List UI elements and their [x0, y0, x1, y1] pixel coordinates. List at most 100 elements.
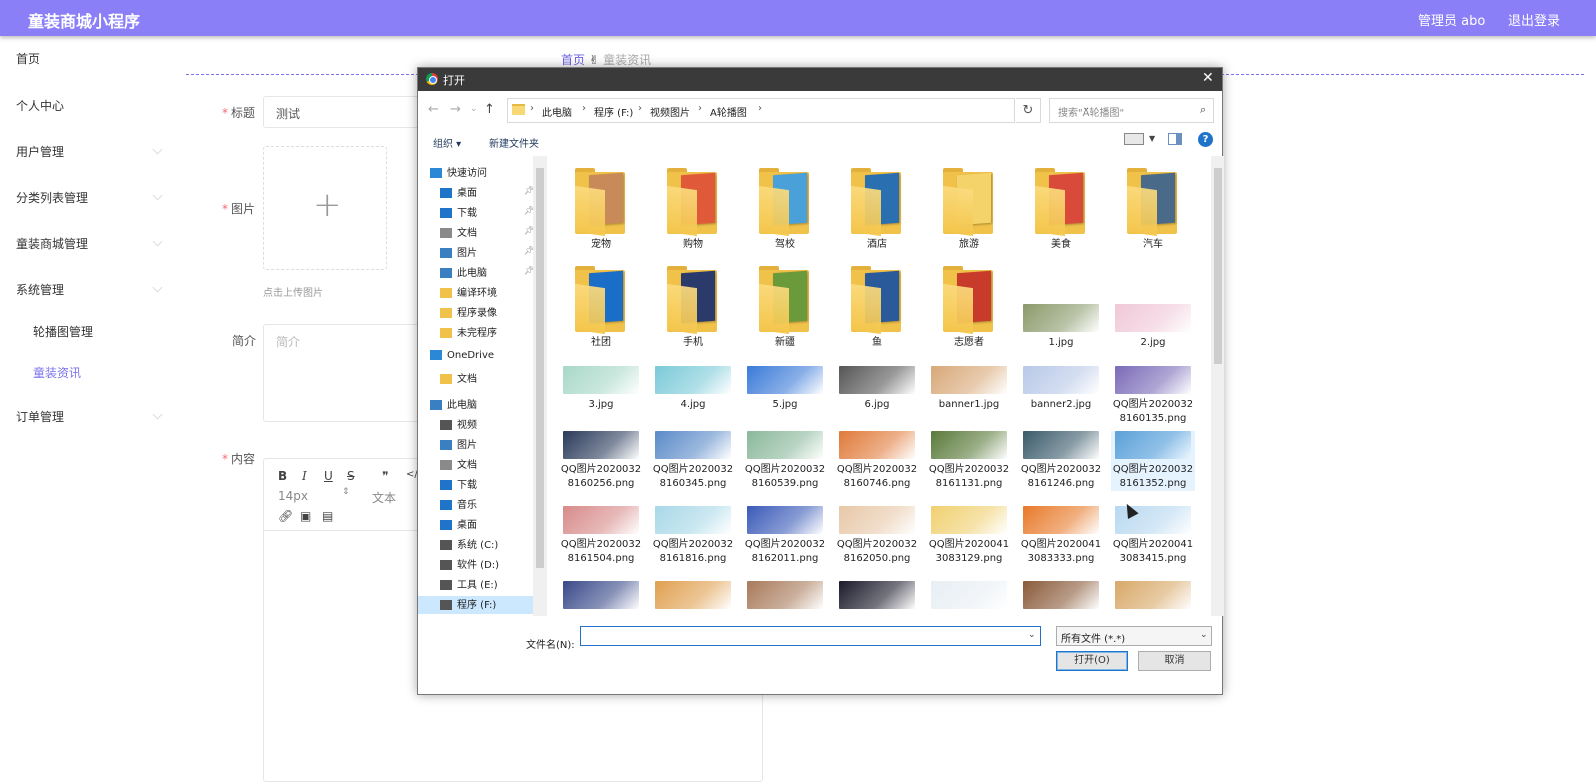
nav-item[interactable]: 此电脑 [440, 264, 487, 279]
nav-item[interactable]: 文档 [440, 370, 477, 385]
image-file-item[interactable]: 5.jpg [743, 366, 827, 412]
folder-item[interactable]: 购物 [651, 168, 735, 252]
cancel-button[interactable]: 取消 [1138, 651, 1211, 671]
image-file-item[interactable]: 1.jpg [1019, 304, 1103, 350]
folder-item[interactable]: 新疆 [743, 266, 827, 350]
sidebar-subitem-news[interactable]: 童装资讯 [33, 364, 81, 381]
sidebar-item-home[interactable]: 首页 [16, 50, 40, 67]
sidebar-subitem-carousel[interactable]: 轮播图管理 [33, 323, 93, 340]
folder-item[interactable]: 驾校 [743, 168, 827, 252]
sidebar-item-users[interactable]: 用户管理 [16, 143, 64, 160]
italic-button[interactable]: I [302, 469, 307, 483]
nav-item[interactable]: 下载 [440, 204, 477, 219]
sidebar-item-mall[interactable]: 童装商城管理 [16, 235, 88, 252]
image-file-item[interactable]: banner2.jpg [1019, 366, 1103, 412]
image-file-item[interactable]: 3.jpg [559, 366, 643, 412]
folder-item[interactable]: 手机 [651, 266, 735, 350]
logout-link[interactable]: 退出登录 [1508, 10, 1560, 29]
crumb-this-pc[interactable]: 此电脑 [542, 104, 572, 119]
quote-button[interactable]: ❞ [382, 469, 388, 483]
folder-item[interactable]: 志愿者 [927, 266, 1011, 350]
image-file-item[interactable]: QQ图片20200413083129.png [927, 506, 1011, 566]
image-file-item[interactable]: QQ图片20200328160746.png [835, 431, 919, 491]
help-icon[interactable]: ? [1198, 132, 1213, 147]
image-file-item[interactable] [835, 581, 919, 613]
image-icon[interactable]: ▣ [300, 509, 311, 523]
nav-item[interactable]: 图片 [440, 436, 477, 451]
nav-item[interactable]: 桌面 [440, 516, 477, 531]
image-file-item[interactable]: QQ图片20200413083415.png [1111, 506, 1195, 566]
dialog-titlebar[interactable]: 打开 ✕ [418, 68, 1222, 91]
sidebar-item-system[interactable]: 系统管理 [16, 281, 64, 298]
image-file-item[interactable]: 6.jpg [835, 366, 919, 412]
image-file-item[interactable] [559, 581, 643, 613]
text-type-select[interactable]: 文本 [372, 489, 396, 506]
address-bar[interactable]: › 此电脑 › 程序 (F:) › 视频图片 › A轮播图 › ⌄ [507, 98, 1090, 123]
link-icon[interactable]: 🔗︎ [278, 509, 293, 523]
file-type-select[interactable]: 所有文件 (*.*) [1056, 626, 1212, 646]
search-input[interactable]: 搜索"A轮播图" [1049, 98, 1214, 123]
sidebar-item-profile[interactable]: 个人中心 [16, 97, 64, 114]
folder-item[interactable]: 美食 [1019, 168, 1103, 252]
nav-item[interactable]: 软件 (D:) [440, 556, 499, 571]
nav-item[interactable]: 系统 (C:) [440, 536, 498, 551]
image-file-item[interactable] [743, 581, 827, 613]
folder-item[interactable]: 宠物 [559, 168, 643, 252]
breadcrumb-home[interactable]: 首页 [561, 53, 585, 67]
image-file-item[interactable] [1019, 581, 1103, 613]
refresh-icon[interactable]: ↻ [1016, 98, 1041, 123]
nav-item[interactable]: 工具 (E:) [440, 576, 498, 591]
image-file-item[interactable] [651, 581, 735, 613]
intro-textarea[interactable]: 简介 [263, 324, 423, 422]
view-options-icon[interactable] [1124, 133, 1144, 145]
forward-icon[interactable]: → [450, 102, 461, 117]
nav-item[interactable]: 桌面 [440, 184, 477, 199]
new-folder-button[interactable]: 新建文件夹 [489, 135, 539, 150]
underline-button[interactable]: U [324, 469, 333, 483]
nav-item[interactable]: 程序 (F:) [440, 596, 496, 611]
open-button[interactable]: 打开(O) [1056, 651, 1128, 671]
image-file-item[interactable]: QQ图片20200328161131.png [927, 431, 1011, 491]
image-file-item[interactable]: QQ图片20200328160345.png [651, 431, 735, 491]
nav-item[interactable]: 视频 [440, 416, 477, 431]
image-file-item[interactable]: QQ图片20200328160135.png [1111, 366, 1195, 426]
preview-pane-icon[interactable] [1168, 133, 1182, 145]
crumb-carousel[interactable]: A轮播图 [710, 104, 747, 119]
image-file-item[interactable]: QQ图片20200328160256.png [559, 431, 643, 491]
folder-item[interactable]: 社团 [559, 266, 643, 350]
sidebar-item-categories[interactable]: 分类列表管理 [16, 189, 88, 206]
image-file-item[interactable]: QQ图片20200413083333.png [1019, 506, 1103, 566]
crumb-video-pictures[interactable]: 视频图片 [650, 104, 690, 119]
nav-item[interactable]: 此电脑 [430, 396, 477, 411]
crumb-drive-f[interactable]: 程序 (F:) [594, 104, 633, 119]
back-icon[interactable]: ← [428, 102, 439, 117]
image-file-item[interactable]: banner1.jpg [927, 366, 1011, 412]
nav-item[interactable]: 文档 [440, 224, 477, 239]
image-file-item[interactable]: 4.jpg [651, 366, 735, 412]
image-file-item[interactable]: QQ图片20200328162050.png [835, 506, 919, 566]
image-file-item[interactable]: QQ图片20200328160539.png [743, 431, 827, 491]
close-icon[interactable]: ✕ [1202, 70, 1214, 86]
image-upload[interactable]: + [263, 146, 387, 270]
nav-item[interactable]: 下载 [440, 476, 477, 491]
image-file-item[interactable]: QQ图片20200328161246.png [1019, 431, 1103, 491]
folder-item[interactable]: 汽车 [1111, 168, 1195, 252]
nav-item[interactable]: 未完程序 [440, 324, 497, 339]
image-file-item[interactable]: 2.jpg [1111, 304, 1195, 350]
title-input[interactable]: 测试 [263, 96, 423, 128]
folder-item[interactable]: 酒店 [835, 168, 919, 252]
nav-scrollbar-thumb[interactable] [536, 168, 544, 568]
chevron-down-icon[interactable]: ⌄ [1028, 630, 1036, 640]
image-file-item[interactable]: QQ图片20200328162011.png [743, 506, 827, 566]
image-file-item[interactable] [927, 581, 1011, 613]
sidebar-item-orders[interactable]: 订单管理 [16, 408, 64, 425]
organize-menu[interactable]: 组织 ▾ [433, 135, 461, 150]
nav-item[interactable]: 程序录像 [440, 304, 497, 319]
chevron-down-icon[interactable]: ▼ [1149, 134, 1155, 143]
strike-button[interactable]: S [347, 469, 355, 483]
nav-item[interactable]: 文档 [440, 456, 477, 471]
image-file-item[interactable]: QQ图片20200328161504.png [559, 506, 643, 566]
nav-item[interactable]: 编译环境 [440, 284, 497, 299]
font-size-select[interactable]: 14px [278, 489, 308, 503]
filename-input[interactable] [580, 626, 1041, 646]
